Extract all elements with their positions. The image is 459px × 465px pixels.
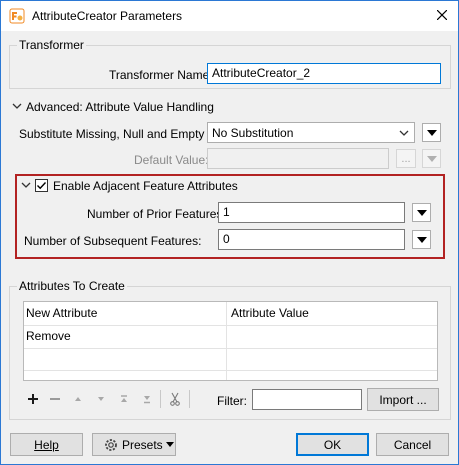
ellipsis-label: ... <box>401 152 411 165</box>
enable-adjacent-label[interactable]: Enable Adjacent Feature Attributes <box>53 179 238 193</box>
triangle-down-icon <box>416 236 427 243</box>
dropdown-triangle-icon <box>165 442 174 447</box>
dialog-window: AttributeCreator Parameters Transformer … <box>0 0 459 465</box>
ok-button[interactable]: OK <box>296 433 369 456</box>
transformer-group-label: Transformer <box>17 38 86 52</box>
title-bar: AttributeCreator Parameters <box>1 1 458 31</box>
default-value-label: Default Value: <box>134 153 209 167</box>
presets-button-label: Presets <box>122 437 163 452</box>
toolbar-separator <box>189 390 190 408</box>
default-value-input <box>207 148 389 169</box>
subsequent-features-input[interactable]: 0 <box>218 229 405 250</box>
help-button-label: Help <box>34 437 59 452</box>
move-bottom-icon <box>139 391 155 407</box>
triangle-down-icon <box>416 209 427 216</box>
row-divider <box>24 325 437 326</box>
collapse-advanced-icon[interactable] <box>12 101 22 111</box>
prior-features-label: Number of Prior Features: <box>87 207 226 221</box>
add-row-icon[interactable] <box>25 391 41 407</box>
column-header-new-attribute[interactable]: New Attribute <box>26 306 97 320</box>
default-value-menu-button <box>422 149 441 168</box>
triangle-down-icon <box>426 129 437 136</box>
collapse-adjacent-icon[interactable] <box>21 180 31 190</box>
substitute-value: No Substitution <box>212 126 294 140</box>
move-top-icon <box>116 391 132 407</box>
substitute-combo[interactable]: No Substitution <box>207 122 415 143</box>
help-button[interactable]: Help <box>10 433 83 456</box>
prior-features-menu-button[interactable] <box>412 203 431 222</box>
subsequent-features-menu-button[interactable] <box>412 230 431 249</box>
cut-icon <box>167 391 183 407</box>
filter-label: Filter: <box>217 394 247 408</box>
transformer-name-label: Transformer Name: <box>109 68 213 82</box>
toolbar-separator <box>160 390 161 408</box>
column-divider <box>226 302 227 380</box>
subsequent-features-label: Number of Subsequent Features: <box>24 234 202 248</box>
fme-app-icon <box>9 8 25 24</box>
attributes-table: New Attribute Attribute Value Remove <box>23 301 438 381</box>
import-button[interactable]: Import ... <box>367 388 439 411</box>
move-up-icon <box>70 391 86 407</box>
close-button[interactable] <box>430 4 454 26</box>
transformer-name-input[interactable]: AttributeCreator_2 <box>207 63 441 84</box>
substitute-label: Substitute Missing, Null and Empty by: <box>19 127 224 141</box>
chevron-down-icon <box>399 130 409 136</box>
move-down-icon <box>93 391 109 407</box>
cancel-button[interactable]: Cancel <box>376 433 449 456</box>
triangle-down-icon <box>426 155 437 162</box>
filter-input[interactable] <box>252 389 362 410</box>
table-cell[interactable]: Remove <box>26 329 71 343</box>
advanced-group-label: Advanced: Attribute Value Handling <box>26 100 214 114</box>
window-title: AttributeCreator Parameters <box>32 9 183 23</box>
column-header-attribute-value[interactable]: Attribute Value <box>231 306 309 320</box>
checkmark-icon <box>37 182 47 190</box>
presets-button[interactable]: Presets <box>92 433 176 456</box>
enable-adjacent-checkbox[interactable] <box>35 179 48 192</box>
close-icon <box>437 10 447 20</box>
attributes-group-label: Attributes To Create <box>17 279 127 293</box>
row-divider <box>24 348 437 349</box>
gear-icon <box>105 438 117 451</box>
default-value-ellipsis-button: ... <box>396 149 416 168</box>
prior-features-input[interactable]: 1 <box>218 202 405 223</box>
row-divider <box>24 370 437 371</box>
substitute-menu-button[interactable] <box>422 123 441 142</box>
remove-row-icon <box>47 391 63 407</box>
